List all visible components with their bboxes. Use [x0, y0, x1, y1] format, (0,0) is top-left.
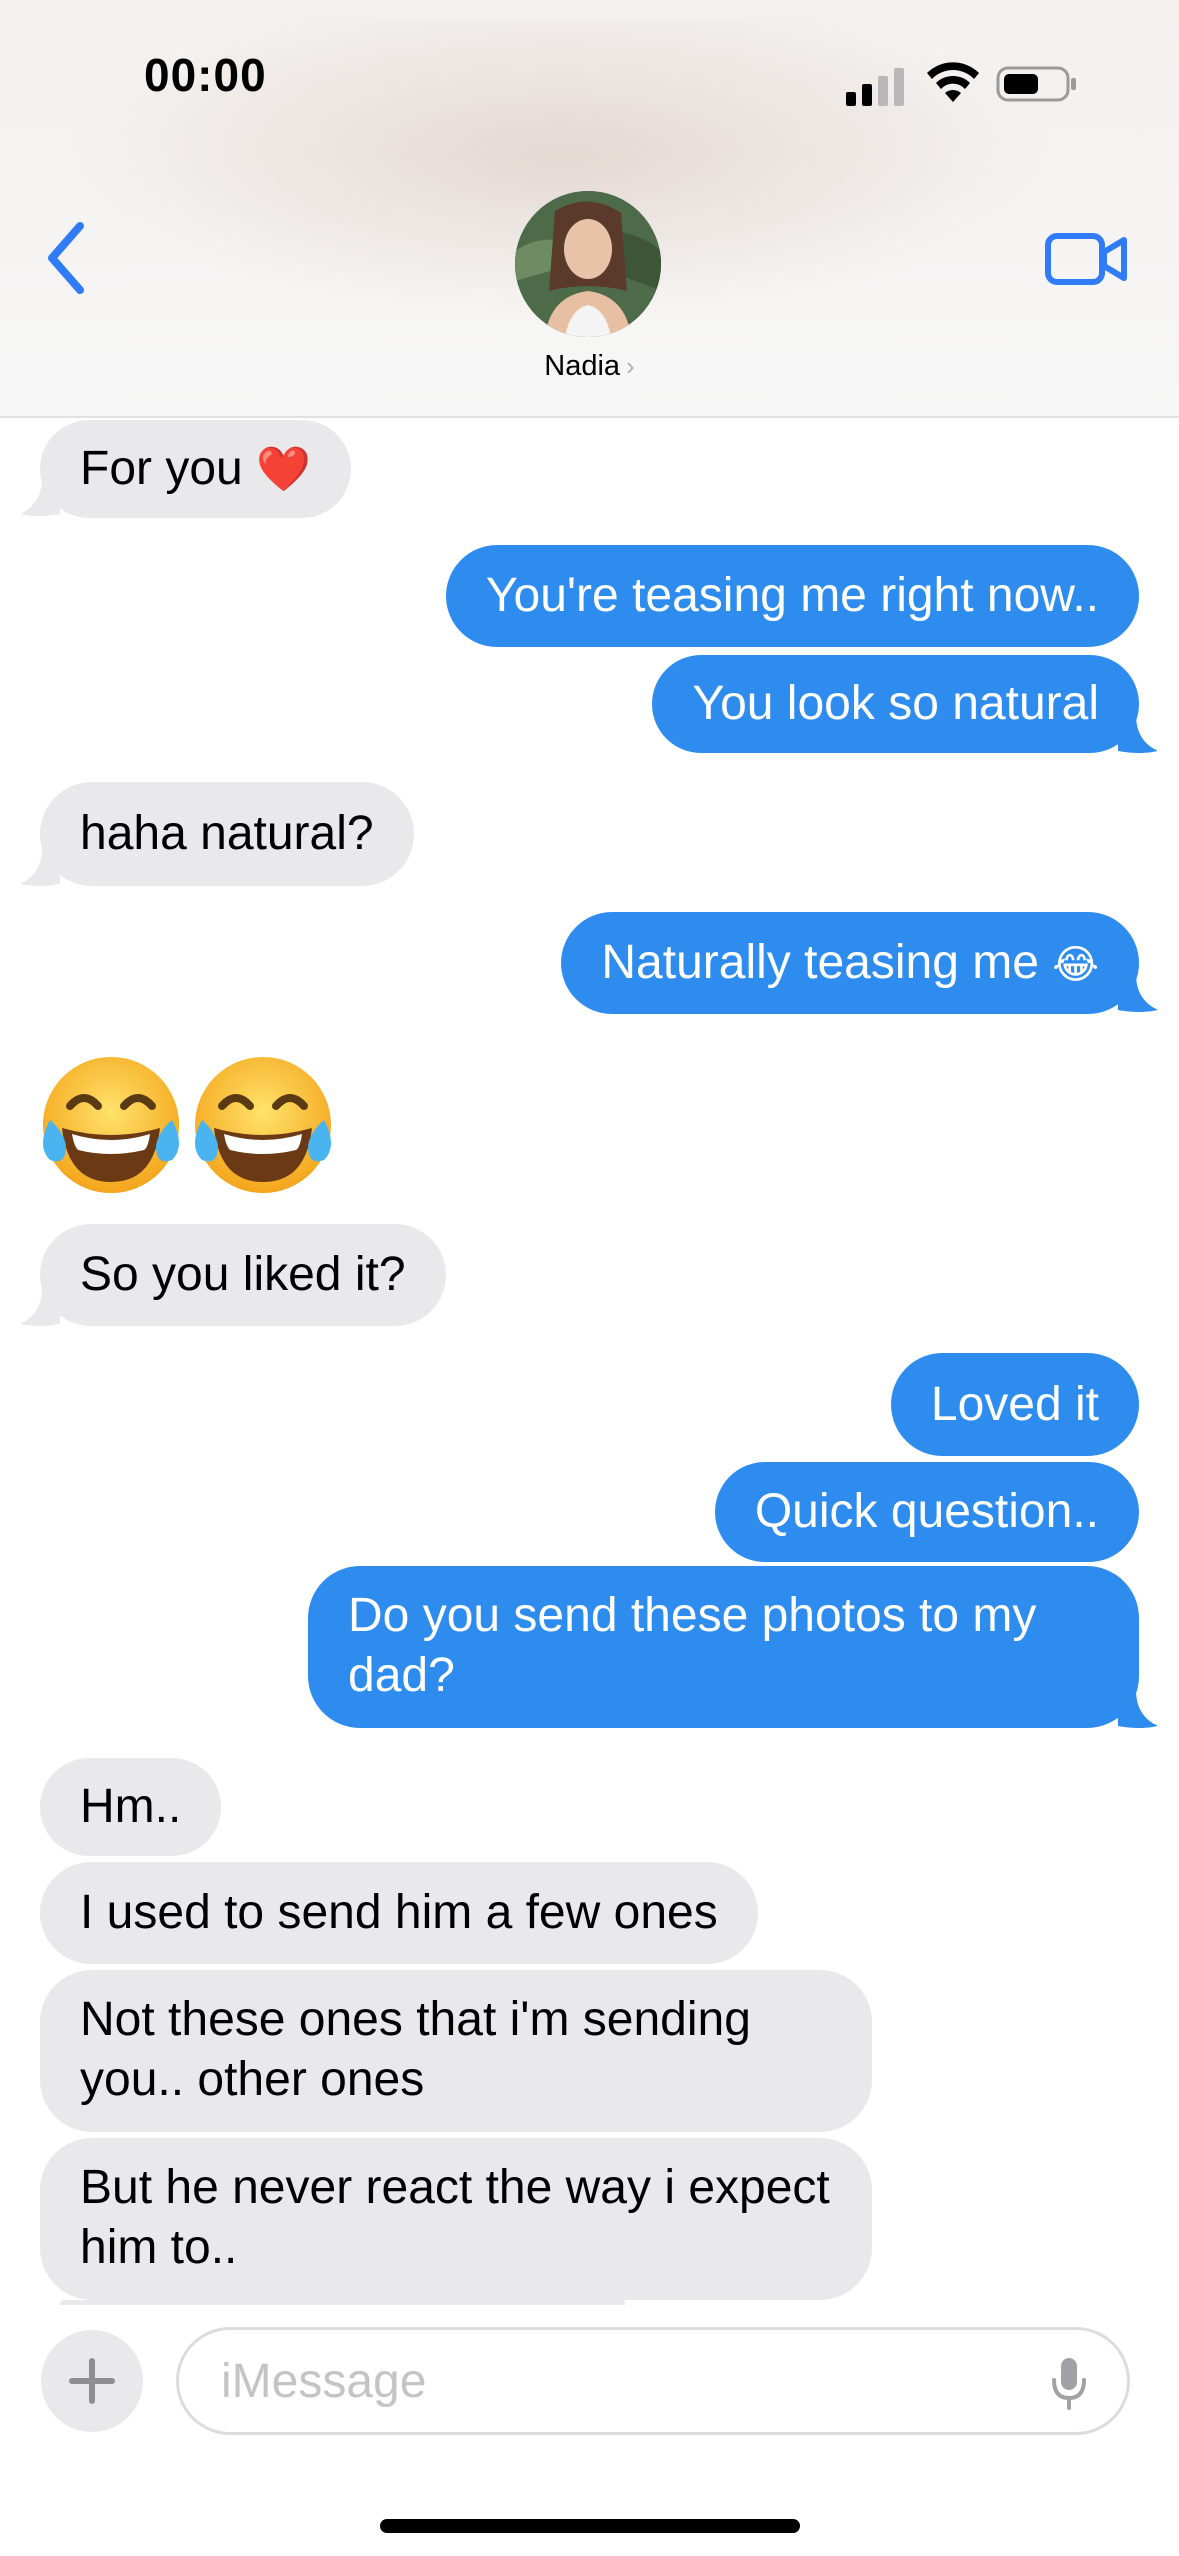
- wifi-icon: [927, 62, 979, 102]
- message-text: You're teasing me right now..: [485, 569, 1099, 622]
- cellular-signal-icon: [846, 64, 908, 106]
- laughing-emoji: 😂: [1052, 943, 1099, 987]
- received-bubble-tail: [20, 848, 60, 886]
- sent-message-bubble[interactable]: Do you send these photos to my dad?: [308, 1566, 1139, 1728]
- sent-bubble-tail: [1118, 715, 1158, 753]
- contact-name: Nadia: [544, 350, 621, 382]
- message-text: Not these ones that i'm sending you.. ot…: [80, 1993, 751, 2106]
- received-bubble-tail: [20, 478, 60, 516]
- received-message-bubble[interactable]: But he never react the way i expect him …: [40, 2138, 872, 2300]
- message-text: For you: [80, 442, 243, 495]
- sent-message-bubble[interactable]: You look so natural: [652, 655, 1139, 753]
- received-message-bubble[interactable]: I used to send him a few ones: [40, 1862, 758, 1964]
- heart-emoji: ❤️: [256, 445, 311, 494]
- message-text: Naturally teasing me: [601, 936, 1039, 989]
- jumbo-emoji-message[interactable]: 😂😂: [36, 1050, 356, 1210]
- video-camera-icon[interactable]: [1044, 228, 1130, 290]
- contact-avatar[interactable]: [515, 191, 661, 337]
- received-message-bubble[interactable]: So you liked it?: [40, 1224, 446, 1326]
- avatar-photo: [515, 191, 661, 337]
- imessage-input[interactable]: [221, 2330, 981, 2432]
- received-message-bubble[interactable]: Hm..: [40, 1758, 222, 1856]
- received-message-bubble[interactable]: Not these ones that i'm sending you.. ot…: [40, 1970, 872, 2132]
- laughing-tears-emoji-icon: [43, 1057, 179, 1193]
- battery-icon: [996, 66, 1076, 102]
- status-time: 00:00: [144, 49, 267, 101]
- received-message-bubble[interactable]: haha natural?: [40, 782, 414, 886]
- message-text: haha natural?: [80, 807, 374, 860]
- contact-name-button[interactable]: Nadia ›: [0, 350, 1179, 383]
- sent-message-bubble[interactable]: Quick question..: [714, 1462, 1139, 1562]
- message-text: But he never react the way i expect him …: [80, 2161, 830, 2274]
- conversation-header: 00:00 Nadia ›: [0, 0, 1179, 418]
- sent-message-bubble[interactable]: Naturally teasing me 😂: [561, 912, 1139, 1014]
- sent-message-bubble[interactable]: Loved it: [890, 1353, 1139, 1456]
- message-text: Do you send these photos to my dad?: [348, 1589, 1037, 1702]
- sent-message-bubble[interactable]: You're teasing me right now..: [445, 545, 1139, 647]
- message-text: Quick question..: [754, 1485, 1099, 1538]
- sent-bubble-tail: [1118, 974, 1158, 1012]
- received-bubble-tail: [20, 1288, 60, 1326]
- message-field[interactable]: [176, 2327, 1130, 2435]
- home-indicator[interactable]: [380, 2519, 800, 2533]
- chevron-right-icon: ›: [626, 351, 635, 381]
- back-chevron-icon[interactable]: [38, 218, 98, 298]
- plus-icon[interactable]: [41, 2330, 143, 2432]
- message-text: Loved it: [930, 1378, 1099, 1431]
- sent-bubble-tail: [1118, 1690, 1158, 1728]
- message-text: I used to send him a few ones: [80, 1886, 718, 1939]
- received-message-bubble[interactable]: For you ❤️: [40, 420, 351, 518]
- laughing-tears-emoji-icon: [195, 1057, 331, 1193]
- microphone-icon[interactable]: [1049, 2356, 1089, 2412]
- message-text: Hm..: [80, 1780, 182, 1833]
- message-text: You look so natural: [692, 677, 1099, 730]
- message-text: So you liked it?: [80, 1248, 406, 1301]
